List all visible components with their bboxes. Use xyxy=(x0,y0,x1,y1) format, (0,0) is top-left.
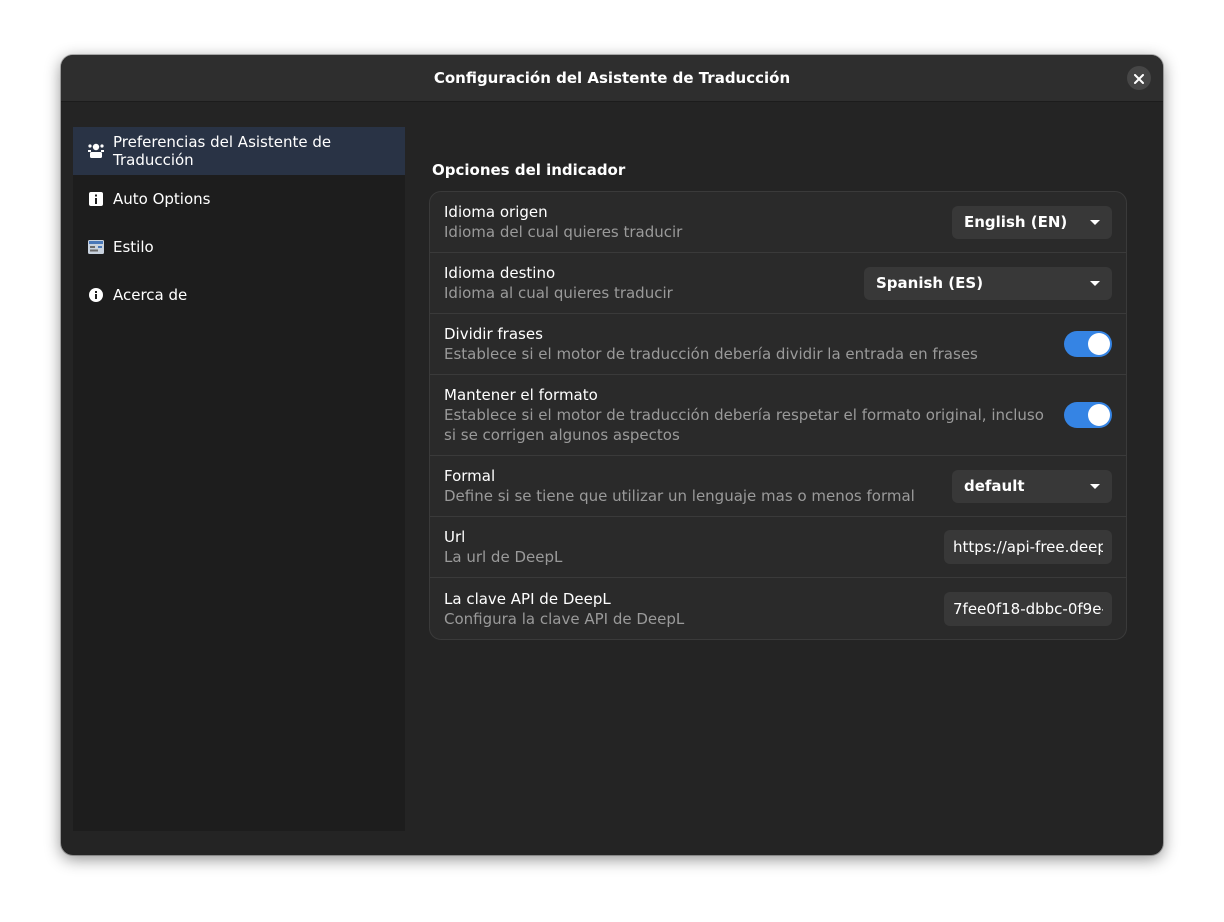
keep-format-switch[interactable] xyxy=(1064,402,1112,428)
row-title: Idioma origen xyxy=(444,203,548,221)
row-subtitle: Idioma al cual quieres traducir xyxy=(444,284,673,302)
target-language-dropdown[interactable]: Spanish (ES) xyxy=(864,266,1112,300)
about-icon xyxy=(87,286,105,304)
switch-knob xyxy=(1088,404,1110,426)
dropdown-value: Spanish (ES) xyxy=(876,274,984,292)
sidebar-item-auto-options[interactable]: Auto Options xyxy=(73,175,405,223)
sidebar-item-label: Auto Options xyxy=(113,190,211,208)
row-target-language: Idioma destino Idioma al cual quieres tr… xyxy=(430,253,1126,314)
close-button[interactable] xyxy=(1127,66,1151,90)
style-icon xyxy=(87,238,105,256)
sidebar-item-preferences[interactable]: Preferencias del Asistente de Traducción xyxy=(73,127,405,175)
group-title: Opciones del indicador xyxy=(432,161,626,179)
row-keep-format: Mantener el formato Establece si el moto… xyxy=(430,375,1126,456)
settings-window: Configuración del Asistente de Traducció… xyxy=(61,55,1163,855)
source-language-dropdown[interactable]: English (EN) xyxy=(952,205,1112,239)
row-api-key: La clave API de DeepL Configura la clave… xyxy=(430,578,1126,639)
switch-knob xyxy=(1088,333,1110,355)
api-key-field[interactable] xyxy=(944,591,1112,626)
chevron-down-icon xyxy=(1090,219,1100,225)
row-title: Idioma destino xyxy=(444,264,556,282)
row-subtitle: La url de DeepL xyxy=(444,548,563,566)
formality-dropdown[interactable]: default xyxy=(952,469,1112,503)
split-sentences-switch[interactable] xyxy=(1064,331,1112,357)
row-source-language: Idioma origen Idioma del cual quieres tr… xyxy=(430,192,1126,253)
dropdown-value: default xyxy=(964,477,1025,495)
row-subtitle: Establece si el motor de traducción debe… xyxy=(444,345,978,363)
sidebar-item-style[interactable]: Estilo xyxy=(73,223,405,271)
titlebar: Configuración del Asistente de Traducció… xyxy=(61,55,1163,102)
sidebar-item-label: Preferencias del Asistente de Traducción xyxy=(113,133,332,169)
row-title: Formal xyxy=(444,467,496,485)
row-subtitle: Idioma del cual quieres traducir xyxy=(444,223,683,241)
row-title: Mantener el formato xyxy=(444,386,598,404)
chevron-down-icon xyxy=(1090,483,1100,489)
sidebar-item-about[interactable]: Acerca de xyxy=(73,271,405,319)
url-field[interactable] xyxy=(944,530,1112,564)
sidebar: Preferencias del Asistente de Traducción… xyxy=(73,127,405,831)
row-url: Url La url de DeepL xyxy=(430,517,1126,578)
sidebar-item-label: Estilo xyxy=(113,238,154,256)
close-icon xyxy=(1134,69,1144,88)
row-subtitle: Establece si el motor de traducción debe… xyxy=(444,406,1044,444)
row-split-sentences: Dividir frases Establece si el motor de … xyxy=(430,314,1126,375)
row-formal: Formal Define si se tiene que utilizar u… xyxy=(430,456,1126,517)
chevron-down-icon xyxy=(1090,280,1100,286)
row-title: La clave API de DeepL xyxy=(444,589,611,608)
row-title: Dividir frases xyxy=(444,325,543,343)
info-square-icon xyxy=(87,190,105,208)
row-subtitle: Configura la clave API de DeepL xyxy=(444,609,685,628)
window-title: Configuración del Asistente de Traducció… xyxy=(433,69,791,87)
options-list: Idioma origen Idioma del cual quieres tr… xyxy=(429,191,1127,640)
row-title: Url xyxy=(444,528,466,546)
dropdown-value: English (EN) xyxy=(964,213,1068,231)
translator-icon xyxy=(87,142,105,160)
row-subtitle: Define si se tiene que utilizar un lengu… xyxy=(444,487,915,505)
sidebar-item-label: Acerca de xyxy=(113,286,188,304)
